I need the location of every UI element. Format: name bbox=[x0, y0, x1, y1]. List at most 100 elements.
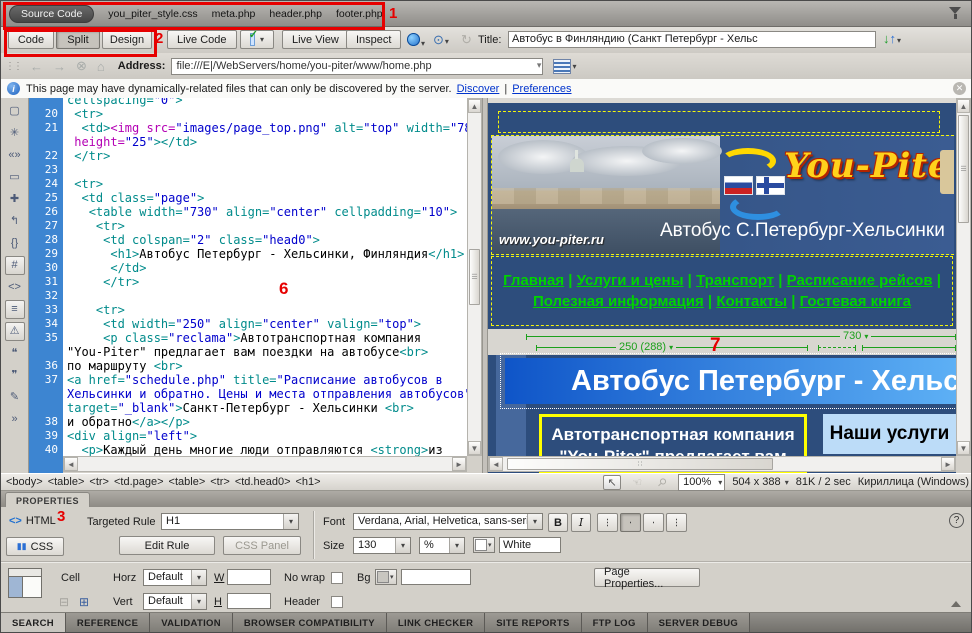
tag-selector-item[interactable]: <table> bbox=[48, 476, 85, 488]
align-center-button[interactable] bbox=[620, 513, 641, 532]
split-cell-icon[interactable]: ⊞ bbox=[79, 595, 89, 609]
css-panel-button[interactable]: CSS Panel bbox=[223, 536, 301, 555]
preview-in-browser-icon[interactable]: ▾ bbox=[407, 33, 425, 49]
code-line[interactable]: 28 <td colspan="2" class="head0"> bbox=[29, 233, 467, 247]
select-parent-tag-icon[interactable]: ↰ bbox=[5, 212, 25, 231]
highlight-invalid-code-icon[interactable]: <> bbox=[5, 278, 25, 297]
collapse-panel-icon[interactable] bbox=[951, 601, 961, 607]
title-input[interactable]: Автобус в Финляндию (Санкт Петербург - Х… bbox=[508, 31, 876, 48]
horz-select[interactable]: Default▾ bbox=[143, 569, 207, 586]
hand-tool-icon[interactable]: ☜ bbox=[628, 475, 646, 490]
code-line[interactable]: "You-Piter" предлагает вам поездки на ав… bbox=[29, 345, 467, 359]
tag-selector-item[interactable]: <td.page> bbox=[114, 476, 164, 488]
font-select[interactable]: Verdana, Arial, Helvetica, sans-serif▾ bbox=[353, 513, 543, 530]
table-width-label[interactable]: 730 ▾ bbox=[840, 330, 871, 342]
code-line[interactable]: 27 <tr> bbox=[29, 219, 467, 233]
results-tab[interactable]: SEARCH bbox=[1, 613, 66, 633]
check-page-icon[interactable]: ⊙▾ bbox=[433, 32, 449, 48]
address-input[interactable]: file:///E|/WebServers/home/you-piter/www… bbox=[171, 58, 543, 75]
forward-icon[interactable]: → bbox=[53, 59, 66, 74]
text-color-input[interactable]: White bbox=[499, 537, 561, 553]
code-line[interactable]: cellspacing="0"> bbox=[29, 98, 467, 107]
tag-selector-item[interactable]: <td.head0> bbox=[235, 476, 291, 488]
nav-link[interactable]: Гостевая книга bbox=[800, 293, 911, 310]
code-line[interactable]: 21 <td><img src="images/page_top.png" al… bbox=[29, 121, 467, 135]
select-tool-icon[interactable]: ↖ bbox=[603, 475, 621, 490]
align-left-button[interactable] bbox=[597, 513, 618, 532]
code-line[interactable]: 26 <table width="730" align="center" cel… bbox=[29, 205, 467, 219]
page-properties-button[interactable]: Page Properties... bbox=[594, 568, 700, 587]
line-numbers-icon[interactable]: # bbox=[5, 256, 25, 275]
merge-cells-icon[interactable]: ⊟ bbox=[59, 595, 69, 609]
apply-comment-icon[interactable]: ❝ bbox=[5, 344, 25, 363]
size-select[interactable]: 130▾ bbox=[353, 537, 411, 554]
results-tab[interactable]: SITE REPORTS bbox=[485, 613, 581, 633]
code-line[interactable]: 35 <p class="reclama">Автотранспортная к… bbox=[29, 331, 467, 345]
discover-link[interactable]: Discover bbox=[457, 83, 500, 95]
text-color-picker[interactable]: ▾ bbox=[473, 537, 495, 553]
tag-selector-item[interactable]: <tr> bbox=[210, 476, 230, 488]
nav-link[interactable]: Полезная информация bbox=[533, 293, 704, 310]
nav-link[interactable]: Главная bbox=[503, 272, 564, 289]
code-line[interactable]: Хельсинки и обратно. Цены и места отправ… bbox=[29, 387, 467, 401]
results-tab[interactable]: FTP LOG bbox=[582, 613, 648, 633]
results-tab[interactable]: LINK CHECKER bbox=[387, 613, 485, 633]
nav-link[interactable]: Контакты bbox=[716, 293, 787, 310]
stop-icon[interactable]: ⊗ bbox=[76, 58, 87, 74]
site-banner[interactable]: You-Piter Автобус С.Петербург-Хельсинки … bbox=[491, 135, 954, 255]
refresh-design-view-icon[interactable]: ↻ bbox=[461, 32, 472, 48]
properties-tab[interactable]: PROPERTIES bbox=[5, 492, 90, 508]
tag-selector-item[interactable]: <table> bbox=[169, 476, 206, 488]
collapse-selection-icon[interactable]: ▭ bbox=[5, 168, 25, 187]
no-wrap-checkbox[interactable] bbox=[331, 572, 343, 584]
code-vertical-scrollbar[interactable]: ▲ ☰ ▼ bbox=[467, 98, 482, 456]
code-line[interactable]: 39<div align="left"> bbox=[29, 429, 467, 443]
css-mode-button[interactable]: ▮▮CSS bbox=[6, 537, 64, 556]
bg-color-input[interactable] bbox=[401, 569, 471, 585]
code-line[interactable]: 20 <tr> bbox=[29, 107, 467, 121]
code-line[interactable]: 24 <tr> bbox=[29, 177, 467, 191]
open-documents-icon[interactable]: ▢ bbox=[5, 102, 25, 121]
expand-all-icon[interactable]: ✚ bbox=[5, 190, 25, 209]
nav-link[interactable]: Транспорт bbox=[696, 272, 774, 289]
size-unit-select[interactable]: %▾ bbox=[419, 537, 465, 554]
code-navigator-icon[interactable]: ✳ bbox=[5, 124, 25, 143]
code-line[interactable]: 30 </td> bbox=[29, 261, 467, 275]
code-view[interactable]: cellspacing="0">20 <tr>21 <td><img src="… bbox=[29, 98, 467, 456]
tag-selector-item[interactable]: <h1> bbox=[296, 476, 321, 488]
tag-selector-item[interactable]: <body> bbox=[6, 476, 43, 488]
magnification-select[interactable]: 100%▾ bbox=[678, 474, 725, 491]
page-heading-band[interactable]: Автобус Петербург - Хельсинки bbox=[505, 358, 956, 404]
height-input[interactable] bbox=[227, 593, 271, 609]
more-tools-icon[interactable]: » bbox=[5, 410, 25, 429]
code-line[interactable]: 34 <td width="250" align="center" valign… bbox=[29, 317, 467, 331]
italic-button[interactable]: I bbox=[571, 513, 591, 532]
code-horizontal-scrollbar[interactable]: ◄ ► bbox=[63, 456, 467, 472]
code-line[interactable]: 31 </tr> bbox=[29, 275, 467, 289]
width-input[interactable] bbox=[227, 569, 271, 585]
syntax-error-alerts-icon[interactable]: ⚠ bbox=[5, 322, 25, 341]
nav-link[interactable]: Услуги и цены bbox=[577, 272, 684, 289]
code-line[interactable]: 37<a href="schedule.php" title="Расписан… bbox=[29, 373, 467, 387]
live-view-options-icon[interactable] bbox=[553, 59, 571, 74]
code-line[interactable]: 32 bbox=[29, 289, 467, 303]
code-line[interactable]: 23 bbox=[29, 163, 467, 177]
home-icon[interactable]: ⌂ bbox=[97, 59, 105, 74]
tag-selector-item[interactable]: <tr> bbox=[89, 476, 109, 488]
design-view[interactable]: You-Piter Автобус С.Петербург-Хельсинки … bbox=[488, 98, 972, 473]
format-source-code-icon[interactable]: ✎ bbox=[5, 388, 25, 407]
code-line[interactable]: 33 <tr> bbox=[29, 303, 467, 317]
code-line[interactable]: 22 </tr> bbox=[29, 149, 467, 163]
vert-select[interactable]: Default▾ bbox=[143, 593, 207, 610]
bg-color-picker[interactable]: ▾ bbox=[375, 569, 397, 585]
code-line[interactable]: target="_blank">Санкт-Петербург - Хельси… bbox=[29, 401, 467, 415]
code-line[interactable]: 38и обратно</a></p> bbox=[29, 415, 467, 429]
header-checkbox[interactable] bbox=[331, 596, 343, 608]
bold-button[interactable]: B bbox=[548, 513, 568, 532]
nav-link[interactable]: Расписание рейсов bbox=[787, 272, 933, 289]
preferences-link[interactable]: Preferences bbox=[512, 83, 571, 95]
results-tab[interactable]: SERVER DEBUG bbox=[648, 613, 750, 633]
edit-rule-button[interactable]: Edit Rule bbox=[119, 536, 215, 555]
results-tab[interactable]: REFERENCE bbox=[66, 613, 150, 633]
empty-table-row-outline[interactable] bbox=[498, 111, 940, 133]
